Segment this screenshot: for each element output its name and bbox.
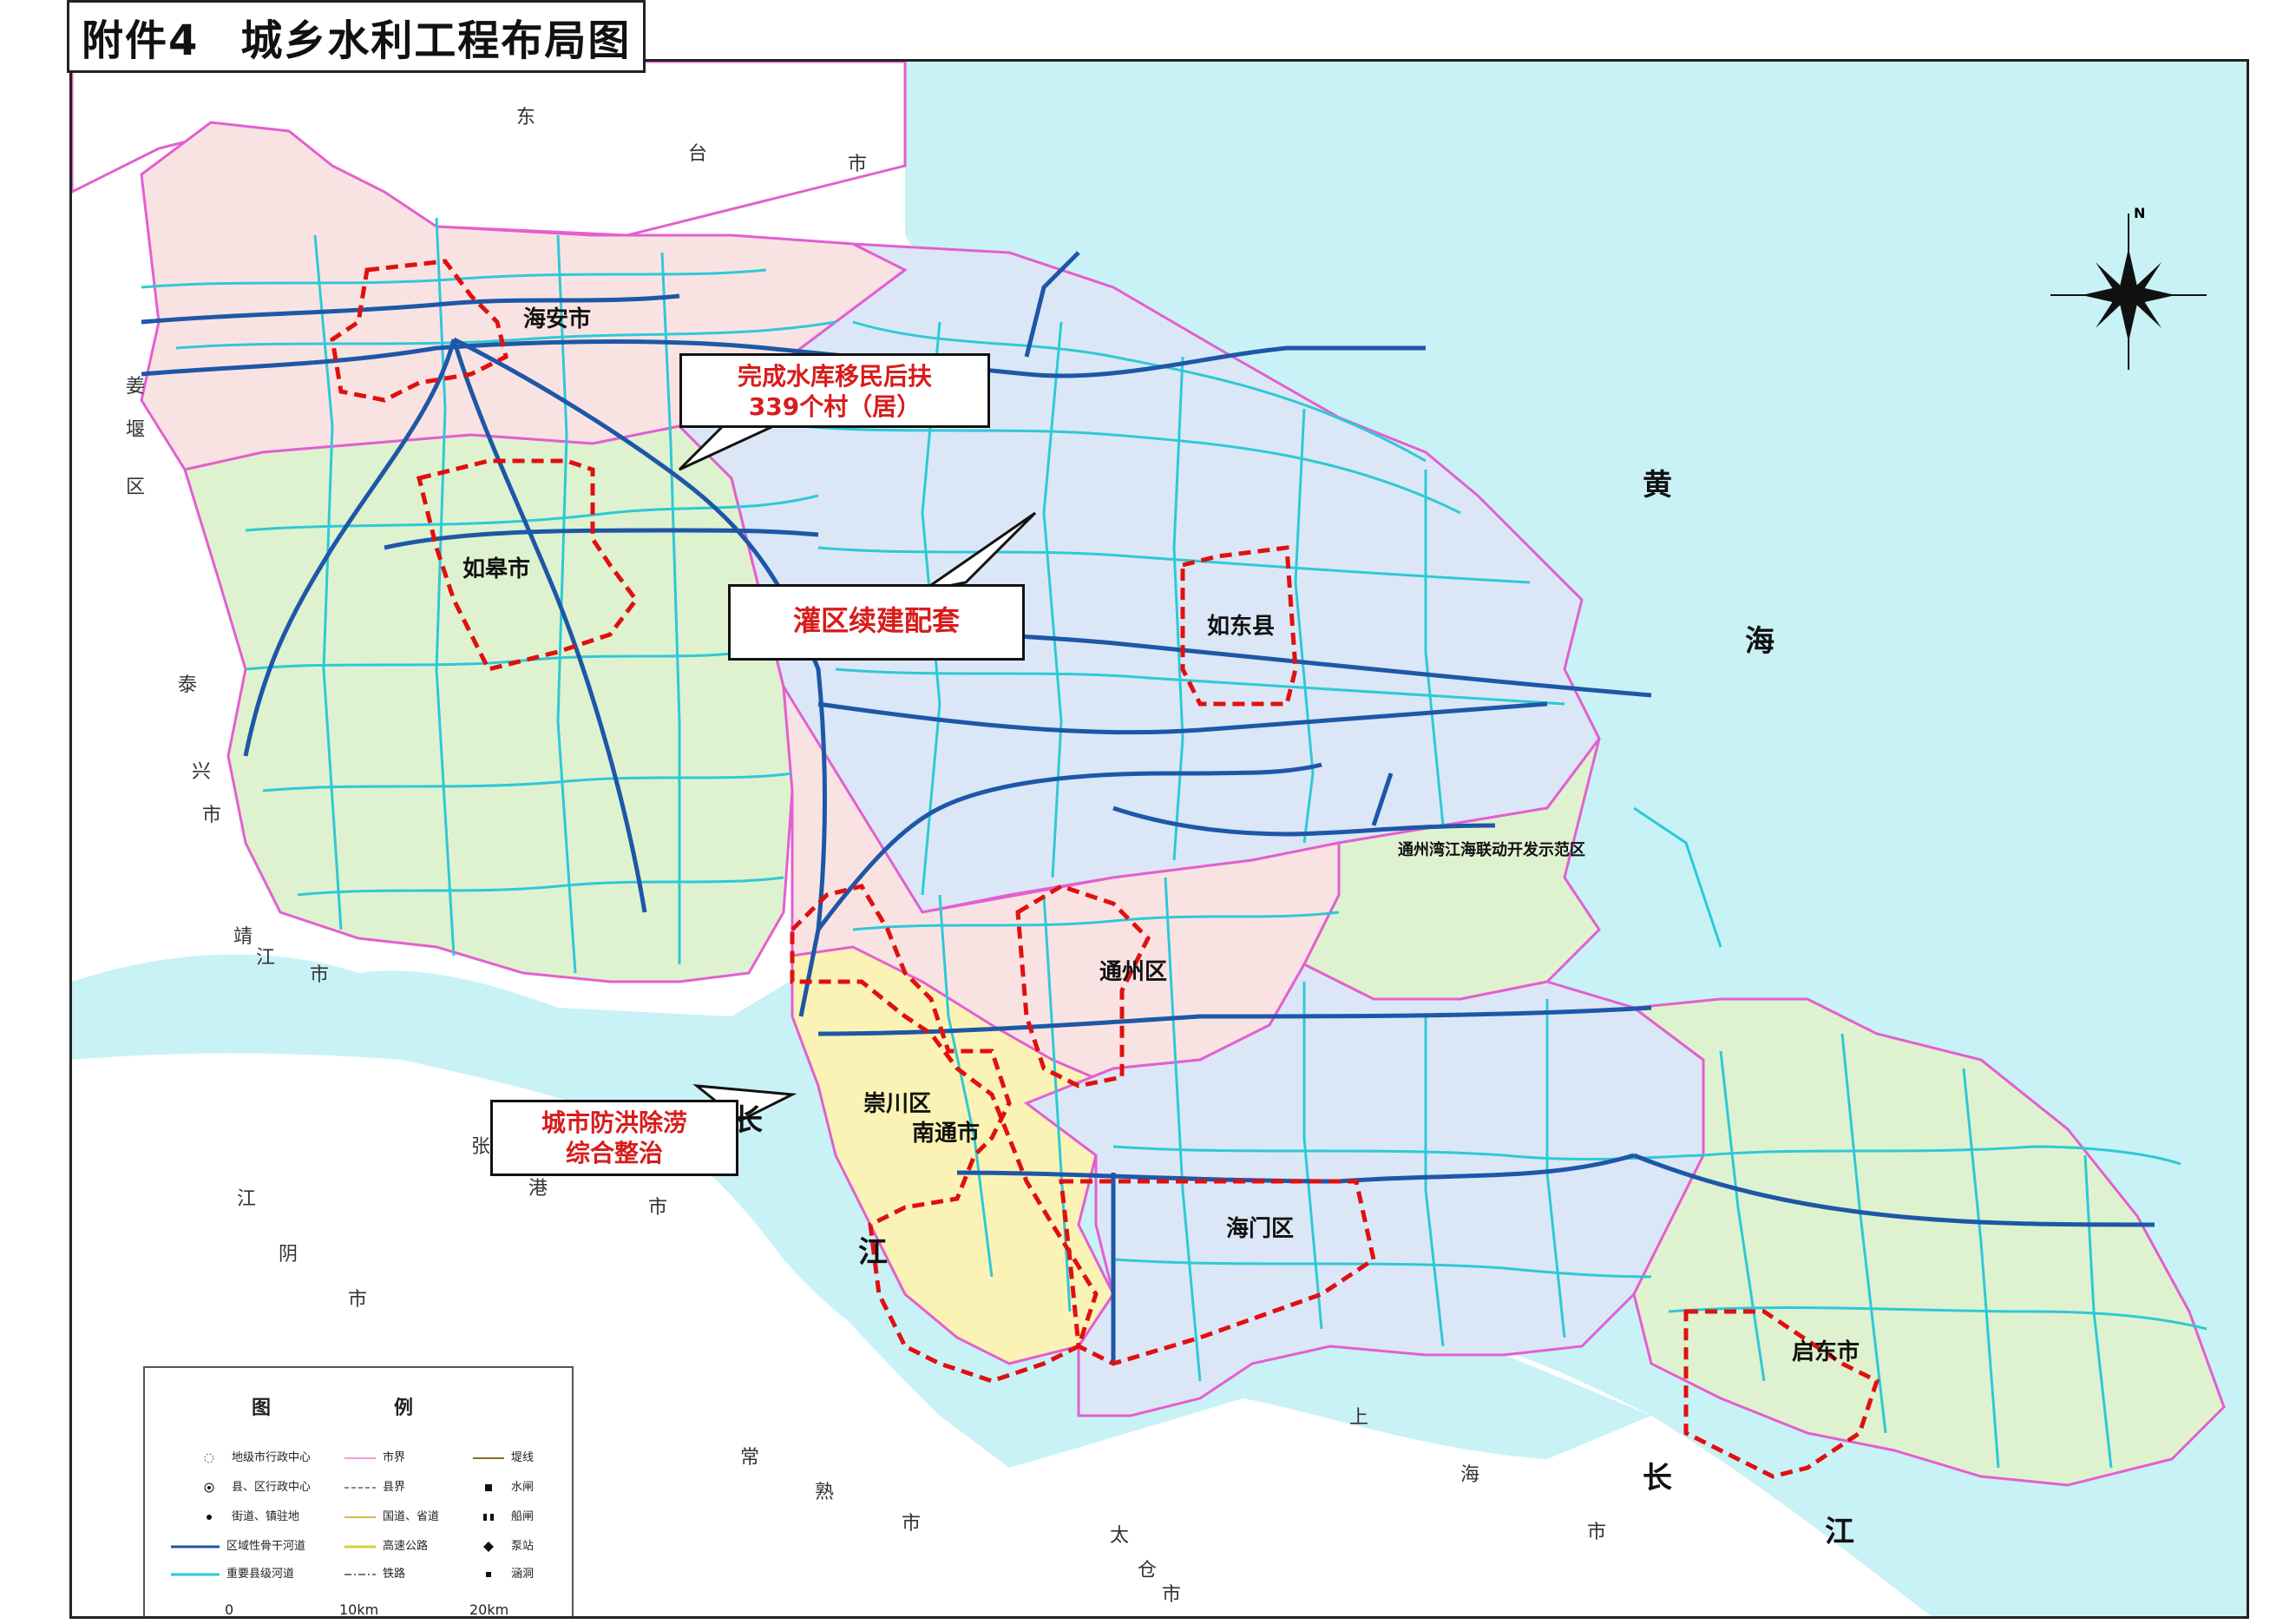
city-label-haian: 海安市 [523, 306, 592, 332]
sluice-icon [473, 1482, 504, 1491]
reservoir-callout-line2: 339个村（居） [748, 392, 922, 421]
rugao-region [183, 424, 794, 983]
street-icon [194, 1511, 225, 1520]
irrigation-callout-label: 灌区续建配套 [792, 604, 960, 637]
legend-item: 地级市行政中心 [194, 1448, 311, 1464]
changshu-label-2: 熟 [815, 1482, 835, 1503]
pump-icon [473, 1541, 504, 1552]
city-label-chongchuan: 崇川区 [863, 1091, 932, 1117]
legend-item: 市界 [344, 1448, 405, 1464]
taixing-label-2: 兴 [192, 761, 212, 783]
jiangyin-label-1: 江 [237, 1188, 257, 1210]
dongtai-label-3: 市 [848, 154, 868, 175]
legend-heading: 图 例 [251, 1397, 465, 1419]
yangtze-label-3: 长 [1643, 1461, 1672, 1496]
city-label-rudong: 如东县 [1207, 614, 1276, 640]
legend-item: 船闸 [473, 1507, 534, 1523]
city-label-haimen: 海门区 [1226, 1216, 1295, 1242]
jiangyin-label-3: 市 [348, 1289, 368, 1311]
city-border-icon [344, 1452, 376, 1461]
national-road-icon [344, 1511, 376, 1520]
shanghai-label-3: 市 [1587, 1522, 1607, 1543]
legend-item: 涵洞 [473, 1564, 534, 1581]
flood-callout-line1: 城市防洪除涝 [541, 1108, 687, 1137]
reservoir-callout: 完成水库移民后扶 339个村（居） [679, 353, 990, 428]
legend-item: 街道、镇驻地 [194, 1507, 299, 1523]
taixing-label-1: 泰 [178, 674, 198, 696]
reservoir-callout-line1: 完成水库移民后扶 [737, 362, 932, 391]
taicang-label-3: 市 [1162, 1584, 1182, 1606]
north-arrow: N [2050, 205, 2207, 378]
city-label-demo-zone: 通州湾江海联动开发示范区 [1398, 841, 1585, 859]
jingjiang-label-2: 江 [256, 947, 276, 969]
dike-icon [473, 1452, 504, 1461]
zhangjiagang-label-2: 港 [528, 1178, 548, 1200]
culvert-icon [473, 1568, 504, 1577]
flood-callout: 城市防洪除涝 综合整治 [490, 1100, 738, 1176]
zhangjiagang-label-1: 张 [471, 1136, 491, 1158]
county-border-icon [344, 1482, 376, 1490]
yellow-sea-label-1: 黄 [1643, 468, 1672, 503]
scale-zero: 0 [225, 1601, 234, 1618]
city-label-qidong: 启东市 [1792, 1339, 1860, 1365]
railway-icon [344, 1568, 376, 1577]
legend-item: 堤线 [473, 1448, 534, 1464]
north-label: N [2134, 205, 2146, 221]
legend-item: 重要县级河道 [171, 1564, 294, 1581]
legend-item: 泵站 [473, 1536, 534, 1553]
ship-lock-icon [473, 1511, 504, 1521]
yellow-sea-label-2: 海 [1745, 624, 1774, 659]
city-label-nantong: 南通市 [912, 1121, 981, 1147]
legend: 图 例 地级市行政中心 县、区行政中心 街道、镇驻地 区域性骨干河道 重要县级河… [143, 1366, 574, 1616]
jiangyin-label-2: 阴 [279, 1244, 298, 1266]
town-center-icon [194, 1452, 225, 1463]
legend-item: 县界 [344, 1477, 405, 1494]
jiangyan-label-1: 姜 [126, 376, 146, 398]
taicang-label-1: 太 [1110, 1525, 1130, 1547]
flood-callout-line2: 综合整治 [565, 1139, 663, 1167]
legend-item: 铁路 [344, 1564, 405, 1581]
city-label-tongzhou: 通州区 [1099, 959, 1168, 985]
scale-end: 20km [469, 1601, 509, 1618]
changshu-label-1: 常 [740, 1447, 760, 1469]
main-river-icon [171, 1541, 220, 1549]
taicang-label-2: 仓 [1138, 1560, 1158, 1581]
legend-item: 高速公路 [344, 1536, 428, 1553]
legend-item: 县、区行政中心 [194, 1477, 311, 1494]
yangtze-label-4: 江 [1825, 1515, 1854, 1549]
county-center-icon [194, 1482, 225, 1492]
jiangyan-label-3: 区 [126, 477, 146, 498]
shanghai-label-1: 上 [1349, 1407, 1369, 1429]
dongtai-label-1: 东 [516, 107, 536, 128]
irrigation-callout: 灌区续建配套 [728, 584, 1025, 661]
zhangjiagang-label-3: 市 [648, 1197, 668, 1219]
yangtze-label-2: 江 [858, 1235, 888, 1270]
jiangyan-label-2: 堰 [126, 419, 146, 441]
title-prefix: 附件4 [82, 16, 200, 65]
legend-item: 区域性骨干河道 [171, 1536, 305, 1553]
dongtai-label-2: 台 [688, 143, 708, 165]
map-frame: 完成水库移民后扶 339个村（居） 灌区续建配套 城市防洪除涝 综合整治 海安市… [69, 59, 2249, 1619]
city-label-rugao: 如皋市 [462, 556, 531, 582]
map-title: 附件4 城乡水利工程布局图 [67, 0, 646, 73]
county-river-icon [171, 1568, 220, 1577]
jingjiang-label-3: 市 [310, 964, 330, 986]
changshu-label-3: 市 [902, 1513, 922, 1535]
legend-item: 国道、省道 [344, 1507, 439, 1523]
jingjiang-label-1: 靖 [233, 926, 253, 948]
scale-mid: 10km [339, 1601, 379, 1618]
legend-item: 水闸 [473, 1477, 534, 1494]
taixing-label-3: 市 [202, 805, 222, 826]
shanghai-label-2: 海 [1460, 1464, 1480, 1486]
highway-icon [344, 1541, 376, 1549]
title-main: 城乡水利工程布局图 [240, 16, 632, 65]
